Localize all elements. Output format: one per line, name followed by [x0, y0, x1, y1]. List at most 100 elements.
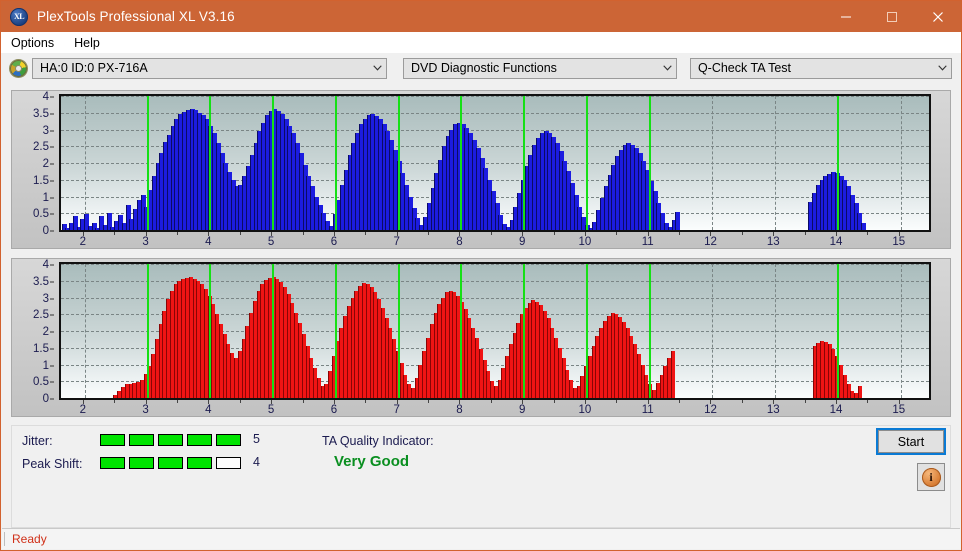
chart-marker-line	[209, 264, 211, 398]
meter-segment	[216, 434, 241, 446]
x-axis-minor-tick	[679, 400, 680, 403]
x-axis-tick-label: 6	[331, 236, 337, 248]
x-axis-minor-tick	[867, 232, 868, 235]
x-axis-tick-mark	[773, 232, 774, 236]
y-axis-tick-mark	[50, 365, 54, 366]
minimize-button[interactable]	[823, 1, 869, 32]
chart-marker-line	[586, 96, 588, 230]
x-axis-minor-tick	[554, 232, 555, 235]
x-axis-minor-tick	[805, 400, 806, 403]
function-select[interactable]: DVD Diagnostic Functions	[403, 58, 677, 79]
y-axis-tick-label: 2	[43, 158, 49, 170]
x-axis-tick-mark	[648, 232, 649, 236]
chart-bar	[675, 212, 680, 230]
x-axis-tick-mark	[146, 400, 147, 404]
x-axis-tick-label: 10	[579, 404, 592, 416]
chart-marker-line	[398, 96, 400, 230]
meter-segment	[158, 457, 183, 469]
gridline-vertical	[85, 96, 86, 230]
y-axis-tick-label: 4	[43, 91, 49, 103]
ta-quality-label: TA Quality Indicator:	[322, 434, 434, 448]
x-axis-tick-label: 2	[80, 236, 86, 248]
x-axis-tick-label: 13	[767, 236, 780, 248]
drive-select[interactable]: HA:0 ID:0 PX-716A	[32, 58, 387, 79]
x-axis-tick-mark	[648, 400, 649, 404]
x-axis-tick-mark	[459, 232, 460, 236]
x-axis-tick-label: 7	[393, 236, 399, 248]
x-axis-minor-tick	[303, 232, 304, 235]
x-axis-tick-mark	[334, 232, 335, 236]
gridline-vertical	[712, 96, 713, 230]
x-axis-minor-tick	[365, 400, 366, 403]
x-axis-tick-mark	[397, 232, 398, 236]
x-axis-tick-label: 14	[830, 236, 843, 248]
x-axis-tick-label: 5	[268, 404, 274, 416]
meter-segment	[100, 457, 125, 469]
meter-segment	[129, 434, 154, 446]
x-axis-minor-tick	[114, 400, 115, 403]
peak-shift-value: 4	[253, 455, 260, 469]
chart-bar	[861, 223, 866, 230]
chart-bar	[858, 386, 862, 398]
y-axis-tick-label: 2.5	[33, 309, 49, 321]
test-select[interactable]: Q-Check TA Test	[690, 58, 952, 79]
chart-marker-line	[523, 264, 525, 398]
chart-marker-line	[649, 96, 651, 230]
title-bar: XL PlexTools Professional XL V3.16	[1, 1, 961, 32]
y-axis-tick-label: 3	[43, 293, 49, 305]
chart-marker-line	[460, 96, 462, 230]
x-axis-tick-mark	[271, 400, 272, 404]
y-axis-tick-mark	[50, 97, 54, 98]
y-axis-tick-label: 4	[43, 259, 49, 271]
gridline-horizontal	[61, 264, 929, 265]
meter-segment	[158, 434, 183, 446]
ta-quality-value: Very Good	[334, 453, 409, 470]
menu-item-options[interactable]: Options	[9, 34, 63, 52]
x-axis-tick-mark	[899, 400, 900, 404]
y-axis-tick-label: 0.5	[33, 376, 49, 388]
y-axis-tick-label: 3	[43, 125, 49, 137]
y-axis-tick-label: 1	[43, 192, 49, 204]
x-axis-minor-tick	[679, 232, 680, 235]
window-title: PlexTools Professional XL V3.16	[37, 9, 823, 24]
x-axis-tick-mark	[522, 232, 523, 236]
app-logo-icon: XL	[10, 8, 28, 26]
start-button[interactable]: Start	[878, 430, 944, 453]
jitter-label: Jitter:	[22, 434, 53, 448]
x-axis-tick-label: 13	[767, 404, 780, 416]
y-axis-tick-mark	[50, 147, 54, 148]
gridline-horizontal	[61, 96, 929, 97]
peak-shift-meter	[100, 457, 241, 469]
jitter-chart-panel: 00.511.522.533.54 23456789101112131415	[11, 90, 951, 249]
x-axis-tick-label: 10	[579, 236, 592, 248]
maximize-button[interactable]	[869, 1, 915, 32]
x-axis-tick-mark	[208, 232, 209, 236]
menu-item-help[interactable]: Help	[72, 34, 109, 52]
y-axis-tick-mark	[50, 399, 54, 400]
x-axis-tick-label: 4	[205, 404, 211, 416]
x-axis-minor-tick	[428, 232, 429, 235]
menu-bar: Options Help	[1, 32, 961, 53]
info-icon: i	[922, 468, 941, 487]
y-axis-tick-mark	[50, 332, 54, 333]
gridline-vertical	[901, 96, 902, 230]
y-axis-tick-label: 2.5	[33, 141, 49, 153]
x-axis-minor-tick	[554, 400, 555, 403]
meter-segment	[187, 434, 212, 446]
x-axis-tick-label: 15	[892, 236, 905, 248]
x-axis-tick-label: 3	[142, 236, 148, 248]
y-axis-tick-label: 1.5	[33, 343, 49, 355]
y-axis-tick-mark	[50, 348, 54, 349]
gridline-vertical	[775, 264, 776, 398]
y-axis-tick-mark	[50, 197, 54, 198]
chart-marker-line	[272, 96, 274, 230]
chart-marker-line	[837, 264, 839, 398]
x-axis-tick-mark	[585, 400, 586, 404]
peak-shift-chart-x-axis: 23456789101112131415	[59, 400, 931, 417]
close-button[interactable]	[915, 1, 961, 32]
x-axis-minor-tick	[491, 232, 492, 235]
chart-marker-line	[398, 264, 400, 398]
info-button[interactable]: i	[917, 463, 945, 491]
meter-segment	[187, 457, 212, 469]
x-axis-minor-tick	[240, 232, 241, 235]
